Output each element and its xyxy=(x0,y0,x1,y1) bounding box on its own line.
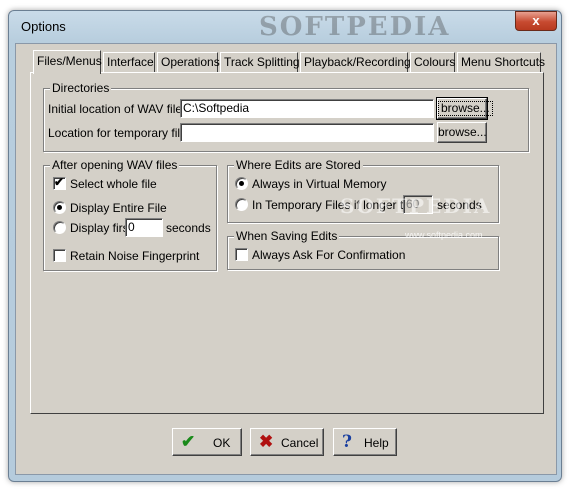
display-first-radio[interactable] xyxy=(53,221,66,234)
wav-location-input[interactable]: C:\Softpedia xyxy=(180,99,434,118)
tab-track-splitting[interactable]: Track Splitting xyxy=(220,52,300,72)
directories-group-title: Directories xyxy=(50,81,112,95)
directories-group: Directories Initial location of WAV file… xyxy=(43,81,529,152)
select-whole-file-checkbox[interactable] xyxy=(53,175,66,190)
tab-panel-files-menus: Directories Initial location of WAV file… xyxy=(30,72,544,414)
checkmark-icon: ✔ xyxy=(181,432,196,451)
help-button[interactable]: ? Help xyxy=(333,428,397,456)
when-saving-group-title: When Saving Edits xyxy=(234,229,340,243)
tab-interface[interactable]: Interface xyxy=(103,52,155,72)
watermark-url: www.softpedia.com xyxy=(405,230,483,240)
close-button[interactable]: x xyxy=(515,11,557,31)
watermark-logo: SOFTPEDIA xyxy=(259,12,451,42)
tab-colours[interactable]: Colours xyxy=(410,52,455,72)
wav-browse-label: browse... xyxy=(438,101,493,116)
cancel-button[interactable]: ✖ Cancel xyxy=(250,428,324,456)
display-first-seconds-unit: seconds xyxy=(166,221,211,235)
tab-files-menus[interactable]: Files/Menus xyxy=(33,50,102,74)
ok-button-label: OK xyxy=(213,436,231,450)
when-saving-group: When Saving Edits Always Ask For Confirm… xyxy=(227,229,499,270)
watermark-overlay: SOFTPEDIA xyxy=(340,194,492,218)
window-title: Options xyxy=(21,19,66,34)
question-icon: ? xyxy=(342,432,352,452)
cross-icon: ✖ xyxy=(259,432,274,451)
temporary-files-radio[interactable] xyxy=(235,198,248,211)
ok-button[interactable]: ✔ OK xyxy=(172,428,242,456)
virtual-memory-label[interactable]: Always in Virtual Memory xyxy=(252,177,386,191)
display-first-label[interactable]: Display first xyxy=(70,221,132,235)
wav-location-label: Initial location of WAV files: xyxy=(48,102,192,116)
tab-menu-shortcuts[interactable]: Menu Shortcuts xyxy=(457,52,545,72)
temp-browse-button[interactable]: browse... xyxy=(437,122,487,143)
retain-noise-fingerprint-label[interactable]: Retain Noise Fingerprint xyxy=(70,249,199,263)
wav-browse-button[interactable]: browse... xyxy=(436,97,493,120)
temp-location-label: Location for temporary files: xyxy=(48,126,197,140)
always-ask-confirmation-label[interactable]: Always Ask For Confirmation xyxy=(252,248,405,262)
help-button-label: Help xyxy=(364,436,389,450)
select-whole-file-label[interactable]: Select whole file xyxy=(70,177,157,191)
after-opening-group: After opening WAV files Select whole fil… xyxy=(43,158,217,271)
tab-operations[interactable]: Operations xyxy=(157,52,220,72)
display-entire-file-label[interactable]: Display Entire File xyxy=(70,201,167,215)
display-entire-file-radio[interactable] xyxy=(53,201,66,214)
after-opening-group-title: After opening WAV files xyxy=(50,158,180,172)
cancel-button-label: Cancel xyxy=(281,436,319,450)
tab-playback-recording[interactable]: Playback/Recording xyxy=(300,52,411,72)
edits-stored-group-title: Where Edits are Stored xyxy=(234,158,363,172)
always-ask-confirmation-checkbox[interactable] xyxy=(235,248,248,261)
display-first-seconds-input[interactable]: 0 xyxy=(125,218,163,237)
temp-location-input[interactable] xyxy=(180,123,434,142)
virtual-memory-radio[interactable] xyxy=(235,177,248,190)
retain-noise-fingerprint-checkbox[interactable] xyxy=(53,249,66,262)
